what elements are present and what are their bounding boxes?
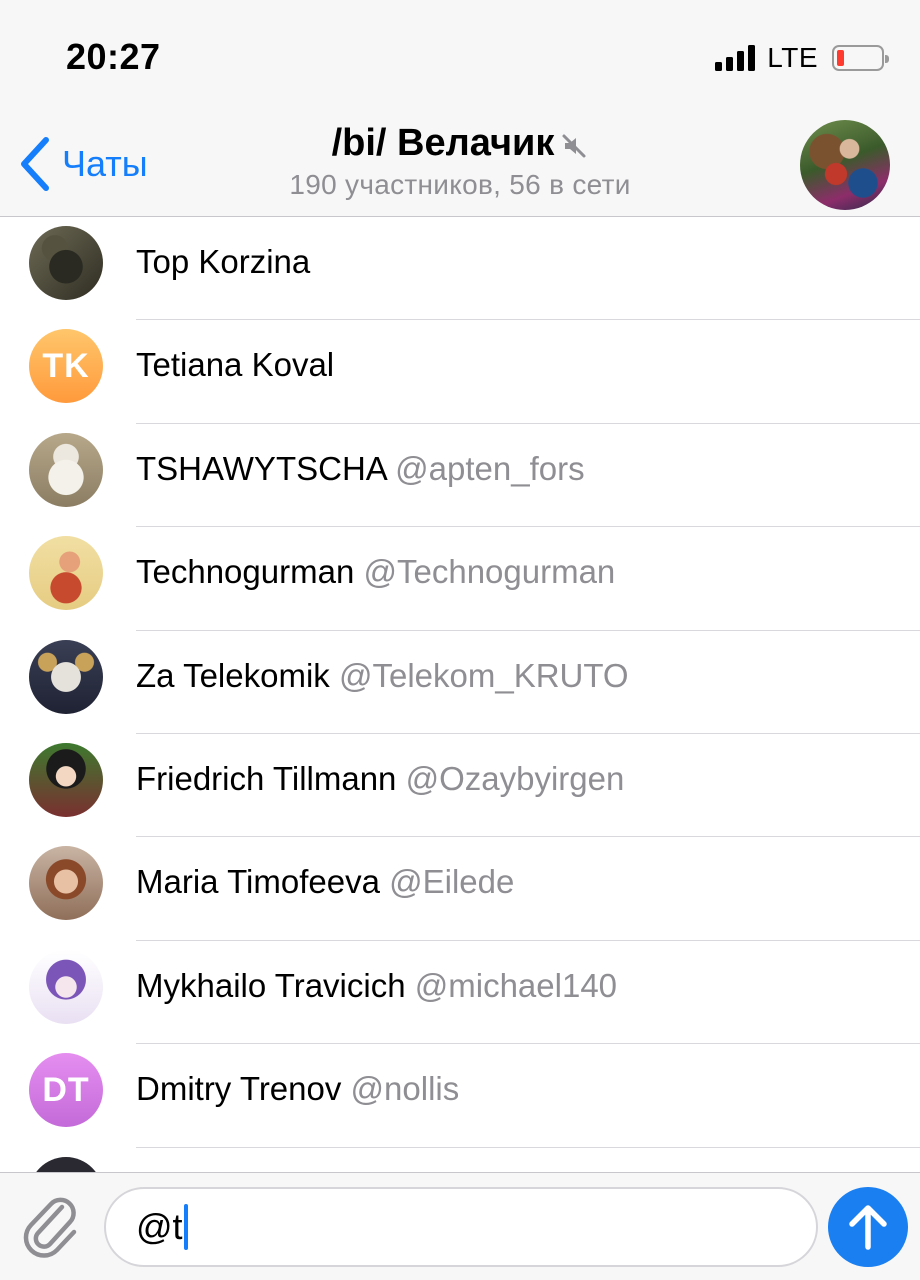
avatar: DT <box>29 1053 103 1128</box>
member-name: Technogurman <box>136 553 355 591</box>
avatar <box>29 949 103 1024</box>
text-caret <box>183 1204 188 1250</box>
member-name: Tetiana Koval <box>136 346 335 384</box>
member-name: Dmitry Trenov <box>136 1070 342 1108</box>
avatar: TK <box>29 329 103 404</box>
member-name: Mykhailo Travicich <box>136 966 406 1004</box>
chat-title: /bi/ Велачик <box>331 122 555 164</box>
member-handle: @michael140 <box>414 966 618 1004</box>
avatar <box>29 846 103 921</box>
arrow-up-icon <box>849 1205 887 1250</box>
member-handle: @Eilede <box>389 863 515 901</box>
status-time: 20:27 <box>66 36 161 77</box>
member-name: Za Telekomik <box>136 656 330 694</box>
avatar <box>29 226 103 300</box>
mention-suggestions: Top Korzina TK Tetiana Koval TSHAWYTSCHA… <box>0 217 920 1172</box>
member-handle: @Technogurman <box>363 553 616 591</box>
mention-row[interactable]: Za Telekomik @Telekom_KRUTO <box>0 631 920 734</box>
avatar <box>29 432 103 507</box>
status-indicators: LTE <box>715 40 889 76</box>
message-input[interactable]: @t <box>104 1187 818 1267</box>
chat-title-block[interactable]: /bi/ Велачик 190 участников, 56 в сети <box>200 122 720 201</box>
member-handle: @Ozaybyirgen <box>405 759 625 797</box>
mention-row[interactable]: Top Korzina <box>0 217 920 321</box>
member-name: Top Korzina <box>136 243 311 280</box>
back-button[interactable]: Чаты <box>18 136 148 192</box>
mention-row[interactable]: DT Dmitry Trenov @nollis <box>0 1044 920 1148</box>
mention-row[interactable]: TSHAWYTSCHA @apten_fors <box>0 424 920 528</box>
mention-row[interactable]: Maria Timofeeva @Eilede <box>0 837 920 941</box>
paperclip-icon[interactable] <box>22 1193 82 1259</box>
top-bar: 20:27 LTE Чаты /bi/ Велачик 190 участник… <box>0 0 920 217</box>
mention-row[interactable]: Mykhailo Travicich @michael140 <box>0 941 920 1045</box>
chat-screen: 20:27 LTE Чаты /bi/ Велачик 190 участник… <box>0 0 920 1280</box>
composer-bar: @t <box>0 1172 920 1280</box>
avatar <box>29 1156 103 1172</box>
chat-avatar[interactable] <box>800 120 890 210</box>
member-handle: @Telekom_KRUTO <box>338 656 629 694</box>
network-type: LTE <box>767 42 818 73</box>
mention-row[interactable]: Friedrich Tillmann @Ozaybyirgen <box>0 734 920 838</box>
chat-subtitle: 190 участников, 56 в сети <box>289 169 631 200</box>
message-text: @t <box>136 1206 183 1247</box>
battery-icon <box>832 45 889 71</box>
mute-icon <box>562 134 586 157</box>
member-handle: @nollis <box>350 1070 460 1108</box>
signal-icon <box>715 45 756 71</box>
member-handle: @apten_fors <box>395 449 585 487</box>
back-label: Чаты <box>62 143 148 184</box>
member-name: TSHAWYTSCHA <box>136 449 386 487</box>
chevron-left-icon <box>21 137 49 191</box>
send-button[interactable] <box>828 1187 908 1267</box>
mention-row[interactable] <box>0 1148 920 1172</box>
avatar <box>29 742 103 817</box>
member-name: Friedrich Tillmann <box>136 759 397 797</box>
mention-row[interactable]: Technogurman @Technogurman <box>0 527 920 631</box>
mention-row[interactable]: TK Tetiana Koval <box>0 320 920 424</box>
member-name: Maria Timofeeva <box>136 863 380 901</box>
avatar <box>29 536 103 611</box>
avatar <box>29 639 103 714</box>
